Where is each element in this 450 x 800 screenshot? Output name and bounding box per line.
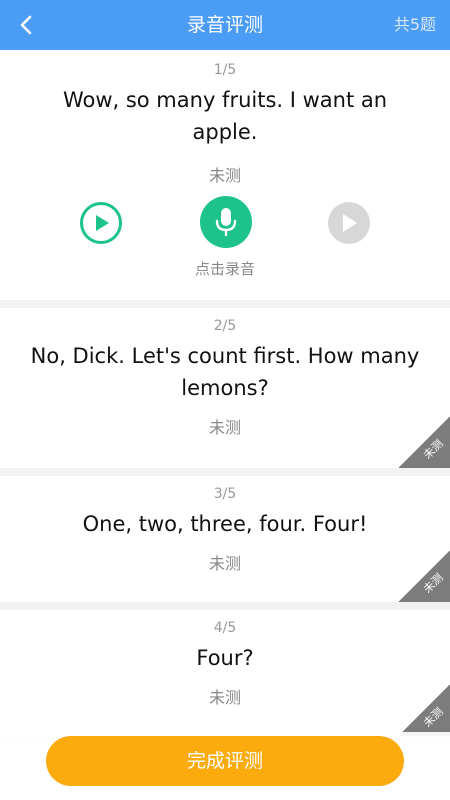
header: 录音评测 共5题 xyxy=(0,0,450,50)
finish-evaluation-button[interactable]: 完成评测 xyxy=(46,736,404,786)
question-status: 未测 xyxy=(208,554,241,573)
question-card[interactable]: 4/5 Four? 未测 未测 xyxy=(0,610,450,736)
question-count: 共5题 xyxy=(393,15,436,34)
question-status: 未测 xyxy=(208,688,241,707)
question-status: 未测 xyxy=(208,166,241,185)
question-list: 1/5 Wow, so many fruits. I want an apple… xyxy=(0,50,450,800)
status-corner-badge: 未测 xyxy=(398,416,450,468)
status-corner-badge: 未测 xyxy=(398,684,450,736)
question-card[interactable]: 2/5 No, Dick. Let's count first. How man… xyxy=(0,308,450,468)
question-sentence: Four? xyxy=(196,646,254,670)
question-card[interactable]: 3/5 One, two, three, four. Four! 未测 未测 xyxy=(0,476,450,602)
page-title: 录音评测 xyxy=(186,14,263,36)
play-icon xyxy=(96,215,109,231)
record-controls xyxy=(0,196,450,260)
microphone-icon xyxy=(215,208,237,237)
question-sentence: One, two, three, four. Four! xyxy=(82,512,368,536)
play-icon xyxy=(343,214,357,232)
question-number: 3/5 xyxy=(213,486,237,502)
question-number: 4/5 xyxy=(213,620,237,636)
play-original-button[interactable] xyxy=(80,202,122,244)
question-sentence: Wow, so many fruits. I want an apple. xyxy=(62,88,388,144)
status-badge-label: 未测 xyxy=(420,570,446,596)
question-card[interactable]: 1/5 Wow, so many fruits. I want an apple… xyxy=(0,50,450,300)
bottom-bar: 完成评测 xyxy=(0,732,450,800)
question-sentence: No, Dick. Let's count first. How many le… xyxy=(30,344,420,400)
record-hint: 点击录音 xyxy=(194,260,255,278)
question-number: 1/5 xyxy=(213,62,237,78)
status-corner-badge: 未测 xyxy=(398,550,450,602)
play-recording-button[interactable] xyxy=(328,202,370,244)
record-button[interactable] xyxy=(200,196,252,248)
status-badge-label: 未测 xyxy=(420,704,446,730)
question-status: 未测 xyxy=(208,418,241,437)
status-badge-label: 未测 xyxy=(420,436,446,462)
question-number: 2/5 xyxy=(213,318,237,334)
